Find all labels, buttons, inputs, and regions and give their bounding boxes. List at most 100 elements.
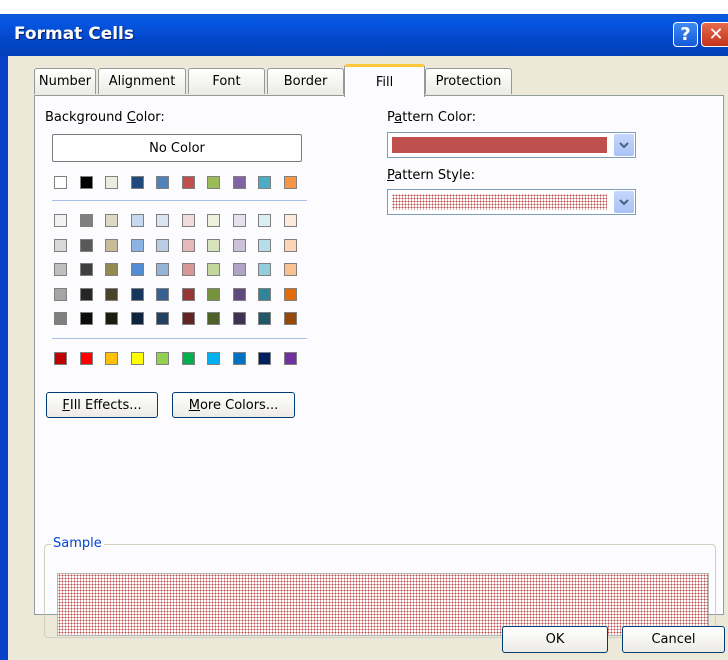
color-swatch[interactable] [156, 176, 169, 189]
close-icon: ✕ [708, 24, 724, 45]
color-swatch[interactable] [283, 214, 297, 227]
color-swatch[interactable] [207, 214, 220, 227]
color-swatch[interactable] [54, 352, 67, 365]
color-swatch[interactable] [105, 312, 118, 325]
tab-protection-label: Protection [435, 74, 502, 89]
color-swatch[interactable] [258, 214, 271, 227]
fill-effects-button[interactable]: FIll Effects... [46, 392, 158, 418]
chevron-down-icon [619, 199, 629, 206]
color-swatch[interactable] [79, 176, 93, 189]
tab-number[interactable]: Number [34, 68, 96, 94]
color-swatch[interactable] [232, 352, 246, 365]
color-swatch[interactable] [54, 263, 67, 276]
color-swatch[interactable] [207, 238, 220, 252]
color-swatch[interactable] [207, 312, 220, 325]
color-swatch[interactable] [258, 352, 271, 365]
color-swatch[interactable] [181, 176, 195, 189]
no-color-button[interactable]: No Color [52, 134, 302, 162]
color-swatch[interactable] [105, 214, 118, 227]
chevron-down-icon [619, 142, 629, 149]
color-swatch[interactable] [283, 263, 297, 276]
color-swatch[interactable] [54, 238, 67, 252]
color-swatch[interactable] [258, 263, 271, 276]
color-swatch[interactable] [181, 312, 195, 325]
color-swatch[interactable] [79, 352, 93, 365]
color-swatch[interactable] [258, 176, 271, 189]
color-swatch[interactable] [156, 312, 169, 325]
color-swatch[interactable] [156, 263, 169, 276]
more-colors-button[interactable]: More Colors... [172, 392, 295, 418]
color-swatch[interactable] [232, 176, 246, 189]
close-button[interactable]: ✕ [701, 22, 728, 47]
color-swatch[interactable] [130, 214, 144, 227]
color-swatch[interactable] [156, 287, 169, 301]
color-swatch[interactable] [207, 176, 220, 189]
color-swatch[interactable] [105, 263, 118, 276]
color-swatch[interactable] [181, 352, 195, 365]
color-swatch[interactable] [54, 176, 67, 189]
color-swatch[interactable] [156, 238, 169, 252]
color-swatch[interactable] [283, 238, 297, 252]
ok-button[interactable]: OK [502, 626, 608, 653]
tab-alignment[interactable]: Alignment [98, 68, 186, 94]
tab-fill[interactable]: Fill [344, 64, 425, 97]
tab-number-label: Number [38, 74, 92, 89]
color-swatch[interactable] [258, 238, 271, 252]
color-swatch[interactable] [130, 176, 144, 189]
color-swatch[interactable] [156, 214, 169, 227]
color-swatch[interactable] [105, 287, 118, 301]
tab-font[interactable]: Font [188, 68, 265, 94]
color-swatch[interactable] [258, 312, 271, 325]
color-swatch[interactable] [130, 263, 144, 276]
sample-preview [57, 573, 709, 636]
pattern-color-label: Pattern Color: [387, 110, 477, 125]
color-swatch[interactable] [79, 312, 93, 325]
color-swatch[interactable] [232, 263, 246, 276]
color-swatch[interactable] [283, 312, 297, 325]
color-swatch[interactable] [79, 214, 93, 227]
color-swatch[interactable] [79, 287, 93, 301]
color-swatch[interactable] [130, 287, 144, 301]
tab-border-label: Border [283, 74, 328, 89]
help-button[interactable]: ? [673, 22, 698, 47]
color-swatch[interactable] [232, 287, 246, 301]
color-swatch[interactable] [207, 263, 220, 276]
pattern-style-dropdown[interactable] [387, 189, 636, 215]
dialog-title: Format Cells [14, 24, 134, 44]
color-swatch[interactable] [54, 312, 67, 325]
color-swatch[interactable] [54, 287, 67, 301]
cancel-button[interactable]: Cancel [622, 626, 725, 653]
color-swatch[interactable] [105, 176, 118, 189]
color-swatch[interactable] [105, 352, 118, 365]
more-colors-label: More Colors... [188, 397, 279, 413]
tab-protection[interactable]: Protection [425, 68, 512, 94]
color-swatch[interactable] [54, 214, 67, 227]
color-swatch[interactable] [207, 287, 220, 301]
pattern-color-dropdown[interactable] [387, 132, 636, 158]
color-swatch[interactable] [283, 176, 297, 189]
color-swatch[interactable] [181, 238, 195, 252]
color-swatch[interactable] [283, 287, 297, 301]
sample-label: Sample [51, 536, 104, 551]
fill-panel: Background Color: No Color FIll Effects.… [34, 95, 724, 638]
color-swatch[interactable] [79, 263, 93, 276]
color-swatch[interactable] [207, 352, 220, 365]
color-swatch[interactable] [181, 214, 195, 227]
dropdown-button[interactable] [614, 134, 634, 156]
color-swatch[interactable] [130, 352, 144, 365]
color-swatch[interactable] [79, 238, 93, 252]
color-swatch[interactable] [232, 312, 246, 325]
color-swatch[interactable] [232, 238, 246, 252]
color-swatch[interactable] [232, 214, 246, 227]
color-swatch[interactable] [181, 287, 195, 301]
color-swatch[interactable] [130, 312, 144, 325]
color-swatch[interactable] [181, 263, 195, 276]
color-swatch[interactable] [283, 352, 297, 365]
color-swatch[interactable] [105, 238, 118, 252]
color-swatch[interactable] [258, 287, 271, 301]
pattern-style-preview [392, 194, 607, 210]
color-swatch[interactable] [156, 352, 169, 365]
color-swatch[interactable] [130, 238, 144, 252]
dropdown-button[interactable] [614, 191, 634, 213]
tab-border[interactable]: Border [267, 68, 344, 94]
